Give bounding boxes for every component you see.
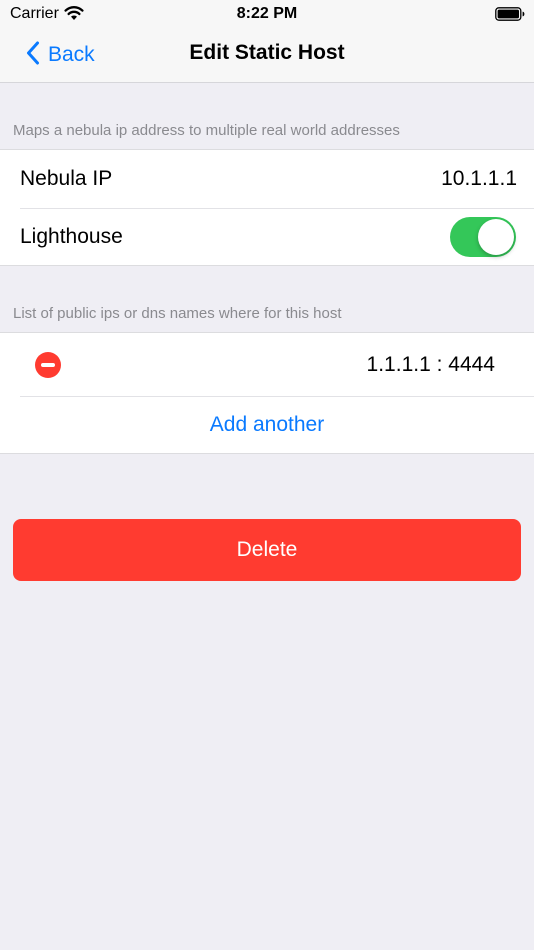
nebula-ip-row[interactable]: Nebula IP 10.1.1.1 [0, 150, 534, 208]
addresses-section-caption: List of public ips or dns names where fo… [13, 305, 342, 322]
address-value[interactable]: 1.1.1.1 : 4444 [367, 353, 495, 377]
status-time: 8:22 PM [236, 5, 298, 22]
remove-address-icon[interactable] [35, 352, 61, 378]
address-row: 1.1.1.1 : 4444 [0, 333, 534, 396]
battery-icon [495, 7, 525, 26]
lighthouse-row: Lighthouse [0, 209, 534, 265]
toggle-knob [478, 219, 514, 255]
addresses-group: 1.1.1.1 : 4444 Add another [0, 332, 534, 454]
page-title: Edit Static Host [189, 41, 345, 64]
navigation-bar: Back Edit Static Host [0, 28, 534, 83]
add-another-button[interactable]: Add another [0, 413, 534, 437]
lighthouse-toggle[interactable] [450, 217, 516, 257]
delete-button[interactable]: Delete [13, 519, 521, 581]
host-section-caption: Maps a nebula ip address to multiple rea… [13, 122, 400, 139]
row-separator [20, 396, 534, 397]
nebula-ip-value[interactable]: 10.1.1.1 [441, 167, 517, 191]
host-settings-group: Nebula IP 10.1.1.1 Lighthouse [0, 149, 534, 266]
lighthouse-label: Lighthouse [20, 225, 123, 248]
status-bar: Carrier 8:22 PM [0, 0, 534, 28]
nebula-ip-label: Nebula IP [20, 167, 113, 190]
